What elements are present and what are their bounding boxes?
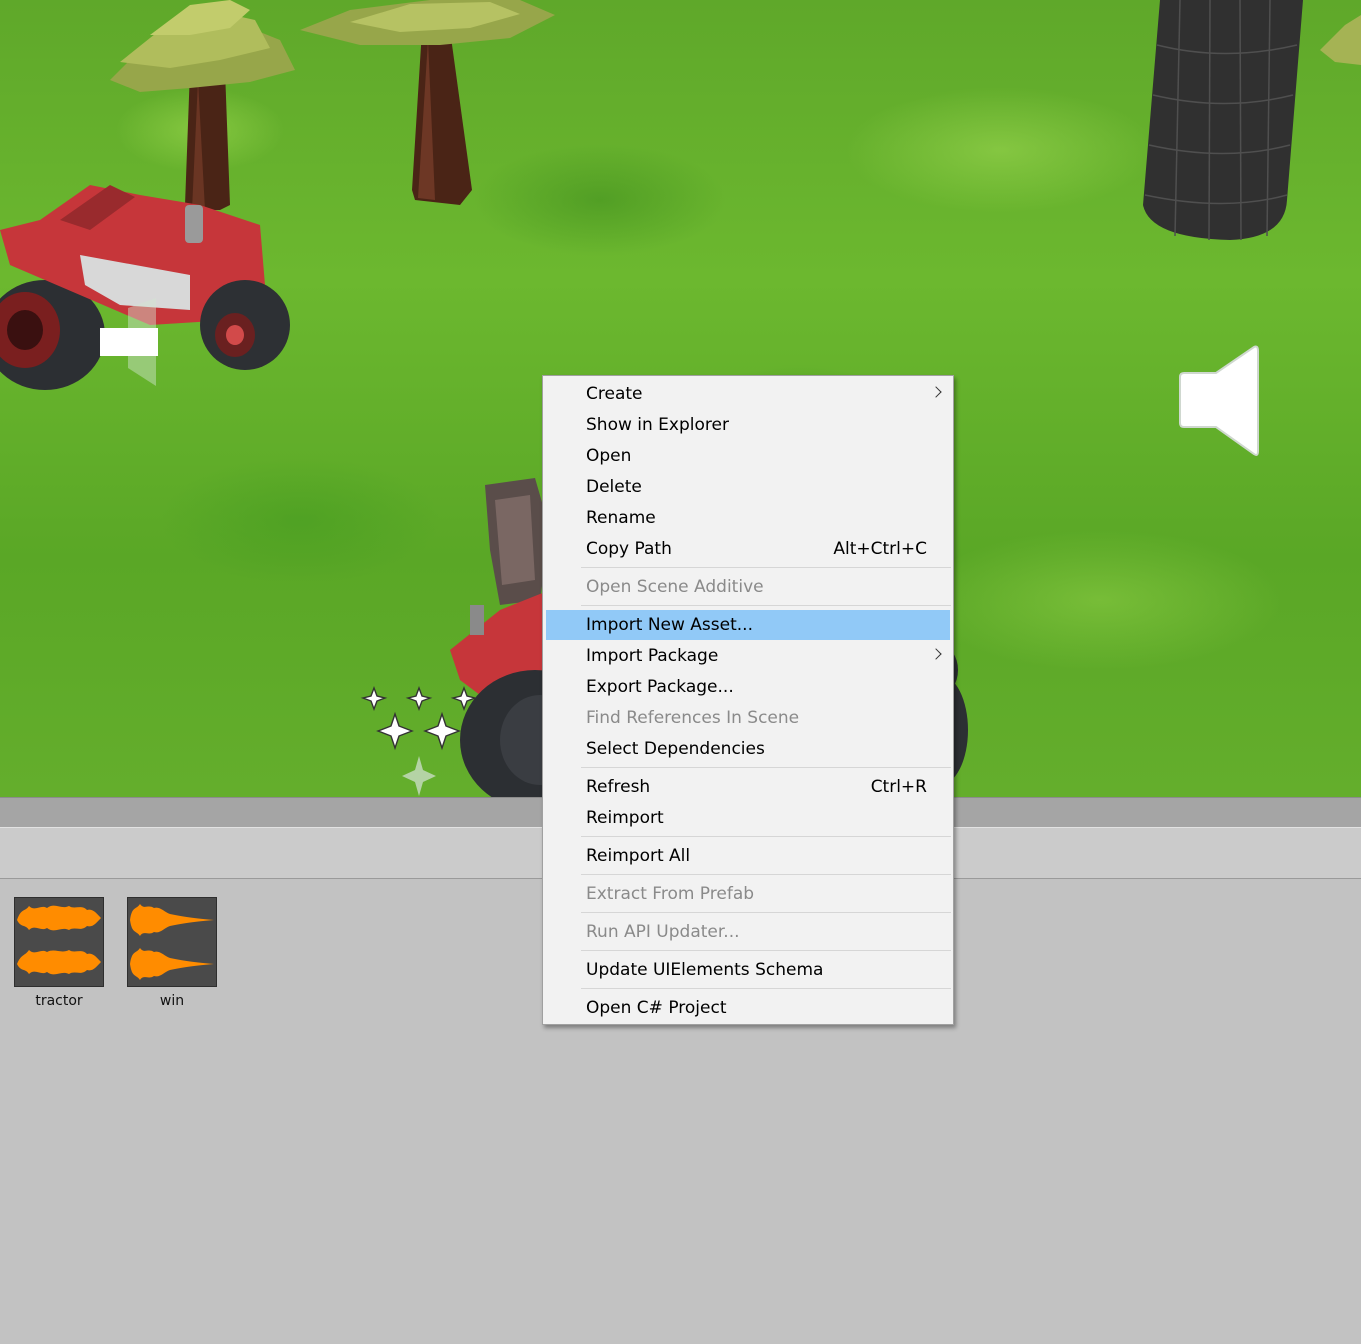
menu-separator <box>581 874 951 875</box>
pine-tree <box>300 0 555 205</box>
menu-item-copy-path[interactable]: Copy Path Alt+Ctrl+C <box>546 534 950 564</box>
menu-item-label: Find References In Scene <box>586 708 800 728</box>
menu-item-update-uielements-schema[interactable]: Update UIElements Schema <box>546 955 950 985</box>
menu-item-extract-from-prefab: Extract From Prefab <box>546 879 950 909</box>
menu-item-import-package[interactable]: Import Package <box>546 641 950 671</box>
menu-item-label: Reimport All <box>586 846 691 866</box>
menu-item-reimport-all[interactable]: Reimport All <box>546 841 950 871</box>
menu-item-find-references-in-scene: Find References In Scene <box>546 703 950 733</box>
menu-item-reimport[interactable]: Reimport <box>546 803 950 833</box>
menu-item-label: Import Package <box>586 646 719 666</box>
menu-item-label: Select Dependencies <box>586 739 765 759</box>
menu-item-show-in-explorer[interactable]: Show in Explorer <box>546 410 950 440</box>
asset-item[interactable]: tractor <box>4 897 114 1009</box>
menu-item-rename[interactable]: Rename <box>546 503 950 533</box>
camera-gizmo <box>100 298 158 386</box>
asset-label: win <box>159 993 185 1009</box>
menu-item-export-package[interactable]: Export Package... <box>546 672 950 702</box>
menu-separator <box>581 988 951 989</box>
menu-item-shortcut: Ctrl+R <box>870 777 927 797</box>
menu-item-label: Open C# Project <box>586 998 727 1018</box>
menu-separator <box>581 912 951 913</box>
asset-label: tractor <box>35 993 83 1009</box>
menu-item-open-scene-additive: Open Scene Additive <box>546 572 950 602</box>
menu-item-run-api-updater: Run API Updater... <box>546 917 950 947</box>
menu-item-label: Delete <box>586 477 642 497</box>
menu-item-label: Run API Updater... <box>586 922 740 942</box>
menu-item-label: Extract From Prefab <box>586 884 755 904</box>
audio-clip-icon <box>14 897 104 987</box>
menu-item-label: Import New Asset... <box>586 615 753 635</box>
menu-item-create[interactable]: Create <box>546 379 950 409</box>
particle-system-gizmo <box>360 686 478 796</box>
audio-clip-icon <box>127 897 217 987</box>
menu-item-label: Reimport <box>586 808 664 828</box>
menu-item-delete[interactable]: Delete <box>546 472 950 502</box>
menu-item-open[interactable]: Open <box>546 441 950 471</box>
menu-item-label: Create <box>586 384 643 404</box>
menu-item-label: Export Package... <box>586 677 734 697</box>
menu-item-label: Refresh <box>586 777 651 797</box>
chevron-right-icon <box>930 648 942 660</box>
menu-item-label: Copy Path <box>586 539 672 559</box>
menu-separator <box>581 836 951 837</box>
menu-item-label: Open <box>586 446 632 466</box>
menu-item-label: Open Scene Additive <box>586 577 764 597</box>
menu-separator <box>581 567 951 568</box>
menu-item-refresh[interactable]: Refresh Ctrl+R <box>546 772 950 802</box>
menu-item-open-csharp-project[interactable]: Open C# Project <box>546 993 950 1023</box>
menu-item-import-new-asset[interactable]: Import New Asset... <box>546 610 950 640</box>
menu-item-label: Show in Explorer <box>586 415 729 435</box>
menu-separator <box>581 767 951 768</box>
dark-cylinder <box>1143 0 1303 241</box>
chevron-right-icon <box>930 386 942 398</box>
menu-item-label: Rename <box>586 508 656 528</box>
context-menu: Create Show in Explorer Open Delete Rena… <box>542 375 954 1025</box>
asset-item[interactable]: win <box>117 897 227 1009</box>
menu-item-shortcut: Alt+Ctrl+C <box>833 539 927 559</box>
menu-item-label: Update UIElements Schema <box>586 960 824 980</box>
pine-tree <box>1320 15 1361 65</box>
menu-separator <box>581 605 951 606</box>
audio-source-icon <box>1179 345 1259 456</box>
menu-item-select-dependencies[interactable]: Select Dependencies <box>546 734 950 764</box>
menu-separator <box>581 950 951 951</box>
